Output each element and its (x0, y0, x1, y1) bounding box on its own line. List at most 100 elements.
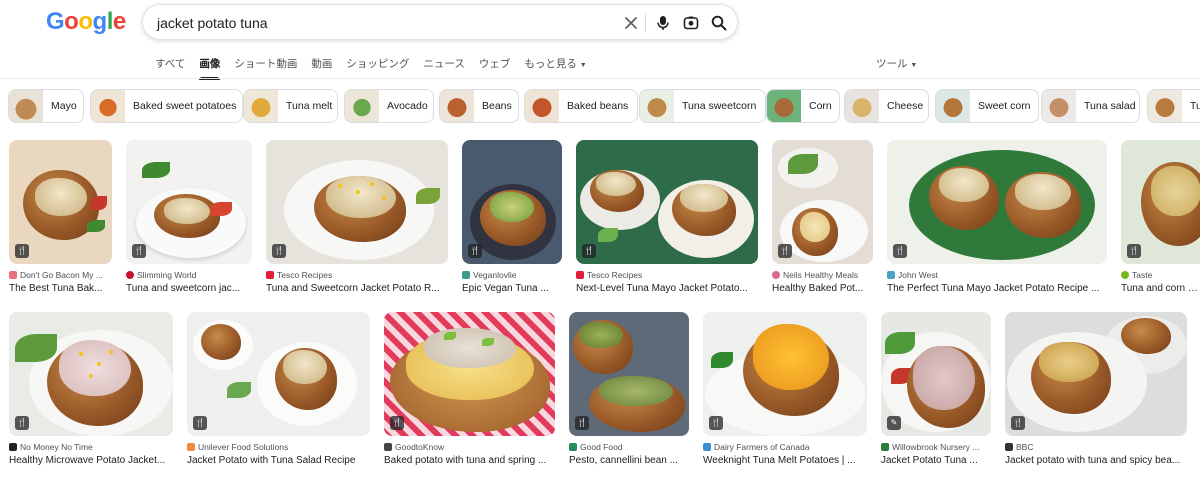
tab-web[interactable]: ウェブ (479, 54, 511, 76)
image-result[interactable]: 🍴 Taste Tuna and corn jack (1121, 140, 1200, 300)
result-title[interactable]: The Best Tuna Bak... (9, 283, 112, 294)
result-source[interactable]: Willowbrook Nursery ... (881, 442, 991, 452)
google-logo[interactable]: Google (46, 8, 126, 36)
chip[interactable]: Mayo (8, 89, 84, 123)
result-image[interactable]: 🍴 (1121, 140, 1200, 264)
result-source[interactable]: Don't Go Bacon My ... (9, 270, 112, 280)
recipe-icon: 🍴 (132, 244, 146, 258)
logo-letter: G (46, 8, 65, 35)
result-title[interactable]: Healthy Baked Pot... (772, 283, 873, 294)
image-result[interactable]: 🍴 Tesco Recipes Tuna and Sweetcorn Jacke… (266, 140, 448, 300)
result-image[interactable]: 🍴 (703, 312, 867, 436)
logo-letter: o (78, 8, 93, 35)
result-title[interactable]: Baked potato with tuna and spring ... (384, 455, 555, 466)
result-title[interactable]: Tuna and sweetcorn jac... (126, 283, 252, 294)
result-image[interactable]: 🍴 (384, 312, 555, 436)
chip[interactable]: Corn (766, 89, 840, 123)
result-title[interactable]: Epic Vegan Tuna ... (462, 283, 562, 294)
result-title[interactable]: Jacket Potato Tuna ... (881, 455, 991, 466)
result-title[interactable]: The Perfect Tuna Mayo Jacket Potato Reci… (887, 283, 1107, 294)
result-source[interactable]: GoodtoKnow (384, 442, 555, 452)
result-image[interactable]: 🍴 (1005, 312, 1187, 436)
source-name: John West (898, 270, 939, 280)
result-source[interactable]: Unilever Food Solutions (187, 442, 370, 452)
refinement-chips: Mayo Baked sweet potatoes Tuna melt Avoc… (8, 89, 1200, 123)
image-result[interactable]: 🍴 BBC Jacket potato with tuna and spicy … (1005, 312, 1187, 472)
result-title[interactable]: Weeknight Tuna Melt Potatoes | ... (703, 455, 867, 466)
result-source[interactable]: Good Food (569, 442, 689, 452)
chip[interactable]: Cheese (844, 89, 929, 123)
tab-images[interactable]: 画像 (199, 54, 221, 80)
result-source[interactable]: Veganlovlie (462, 270, 562, 280)
result-source[interactable]: Neils Healthy Meals (772, 270, 873, 280)
search-box[interactable]: jacket potato tuna (142, 4, 738, 40)
tab-all[interactable]: すべて (155, 54, 185, 76)
search-input[interactable]: jacket potato tuna (157, 5, 268, 41)
image-result[interactable]: 🍴 Slimming World Tuna and sweetcorn jac.… (126, 140, 252, 300)
image-result[interactable]: 🍴 No Money No Time Healthy Microwave Pot… (9, 312, 173, 472)
clear-icon[interactable] (619, 11, 643, 35)
chip[interactable]: Beans (439, 89, 519, 123)
site-favicon-icon (266, 271, 274, 279)
recipe-icon: 🍴 (778, 244, 792, 258)
result-image[interactable]: 🍴 (569, 312, 689, 436)
tools-button[interactable]: ツール ▼ (876, 54, 917, 76)
image-result[interactable]: 🍴 Don't Go Bacon My ... The Best Tuna Ba… (9, 140, 112, 300)
result-title[interactable]: Jacket Potato with Tuna Salad Recipe (187, 455, 370, 466)
result-image[interactable]: 🍴 (887, 140, 1107, 264)
chip[interactable]: Baked beans (524, 89, 638, 123)
result-image[interactable]: 🍴 (126, 140, 252, 264)
chip[interactable]: Tuna salad (1041, 89, 1140, 123)
result-image[interactable]: 🍴 (9, 312, 173, 436)
search-icon[interactable] (707, 11, 731, 35)
chip[interactable]: Sweet corn (935, 89, 1039, 123)
image-result[interactable]: 🍴 Veganlovlie Epic Vegan Tuna ... (462, 140, 562, 300)
chip-thumbnail (91, 90, 125, 122)
lens-icon[interactable] (679, 11, 703, 35)
result-title[interactable]: Next-Level Tuna Mayo Jacket Potato... (576, 283, 758, 294)
image-result[interactable]: 🍴 Dairy Farmers of Canada Weeknight Tuna… (703, 312, 867, 472)
image-result[interactable]: 🍴 Unilever Food Solutions Jacket Potato … (187, 312, 370, 472)
image-result[interactable]: 🍴 GoodtoKnow Baked potato with tuna and … (384, 312, 555, 472)
tab-short-videos[interactable]: ショート動画 (234, 54, 297, 76)
result-title[interactable]: Jacket potato with tuna and spicy bea... (1005, 455, 1187, 466)
chip[interactable]: Tu (1147, 89, 1200, 123)
result-image[interactable]: 🍴 (9, 140, 112, 264)
result-image[interactable]: 🍴 (187, 312, 370, 436)
microphone-icon[interactable] (651, 11, 675, 35)
image-result[interactable]: 🍴 Neils Healthy Meals Healthy Baked Pot.… (772, 140, 873, 300)
result-title[interactable]: Healthy Microwave Potato Jacket... (9, 455, 173, 466)
tab-more[interactable]: もっと見る ▼ (524, 54, 586, 76)
result-image[interactable]: 🍴 (266, 140, 448, 264)
chip[interactable]: Avocado (344, 89, 434, 123)
site-favicon-icon (1005, 443, 1013, 451)
tab-shopping[interactable]: ショッピング (346, 54, 409, 76)
image-result[interactable]: 🍴 Good Food Pesto, cannellini bean ... (569, 312, 689, 472)
result-source[interactable]: Tesco Recipes (576, 270, 758, 280)
result-image[interactable]: 🍴 (576, 140, 758, 264)
result-source[interactable]: Dairy Farmers of Canada (703, 442, 867, 452)
result-title[interactable]: Pesto, cannellini bean ... (569, 455, 689, 466)
result-source[interactable]: Tesco Recipes (266, 270, 448, 280)
recipe-icon: 🍴 (15, 244, 29, 258)
result-image[interactable]: ✎ (881, 312, 991, 436)
result-source[interactable]: Taste (1121, 270, 1200, 280)
image-result[interactable]: 🍴 Tesco Recipes Next-Level Tuna Mayo Jac… (576, 140, 758, 300)
result-source[interactable]: John West (887, 270, 1107, 280)
image-result[interactable]: 🍴 John West The Perfect Tuna Mayo Jacket… (887, 140, 1107, 300)
result-title[interactable]: Tuna and Sweetcorn Jacket Potato R... (266, 283, 448, 294)
chip[interactable]: Baked sweet potatoes (90, 89, 243, 123)
result-title[interactable]: Tuna and corn jack (1121, 283, 1200, 294)
result-source[interactable]: Slimming World (126, 270, 252, 280)
result-source[interactable]: No Money No Time (9, 442, 173, 452)
chip[interactable]: Tuna melt (243, 89, 338, 123)
result-image[interactable]: 🍴 (772, 140, 873, 264)
image-result[interactable]: ✎ Willowbrook Nursery ... Jacket Potato … (881, 312, 991, 472)
tab-news[interactable]: ニュース (423, 54, 464, 76)
chip-thumbnail (845, 90, 879, 122)
chip[interactable]: Tuna sweetcorn (639, 89, 766, 123)
chip-label: Beans (482, 100, 512, 112)
result-source[interactable]: BBC (1005, 442, 1187, 452)
tab-videos[interactable]: 動画 (311, 54, 332, 76)
result-image[interactable]: 🍴 (462, 140, 562, 264)
